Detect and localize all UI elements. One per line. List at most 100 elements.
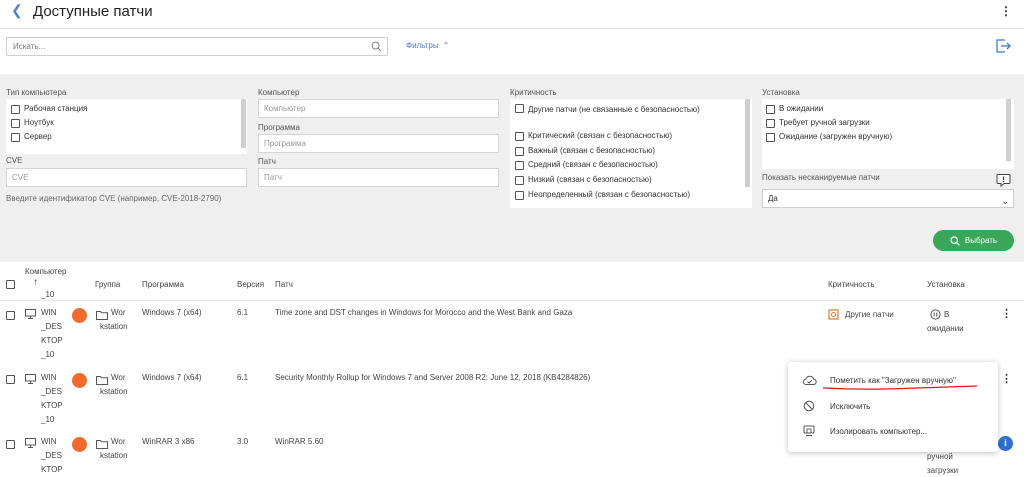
column-criticality[interactable]: Критичность [828, 280, 875, 289]
monitor-icon [25, 374, 36, 384]
checkbox[interactable] [766, 119, 775, 128]
sort-arrow-up-icon[interactable]: ↑ [33, 277, 38, 288]
computer-type-option[interactable]: Рабочая станция [11, 104, 87, 114]
comment-icon[interactable] [996, 173, 1011, 187]
row-divider [0, 300, 1024, 301]
patch-label: Патч [258, 157, 276, 166]
column-group[interactable]: Группа [95, 280, 120, 289]
menu-item-isolate[interactable]: Изолировать компьютер... [802, 425, 927, 437]
column-computer[interactable]: Компьютер [25, 267, 66, 276]
scrollbar[interactable] [745, 99, 750, 187]
device-badge-icon [72, 373, 87, 388]
menu-item-exclude[interactable]: Исключить [802, 400, 870, 412]
row-checkbox[interactable] [6, 311, 15, 320]
scrollbar[interactable] [241, 99, 246, 148]
back-arrow-icon[interactable]: ❮ [11, 2, 23, 19]
cloud-check-icon [802, 375, 817, 385]
page-title: Доступные патчи [33, 3, 153, 20]
cell-install: ручной загрузки [927, 452, 959, 475]
monitor-icon [25, 438, 36, 448]
computer-input[interactable]: Компьютер [258, 99, 499, 118]
search-box[interactable] [6, 37, 388, 56]
cell-criticality: Другие патчи [845, 310, 894, 319]
choose-button-label: Выбрать [964, 236, 998, 245]
patch-input[interactable]: Патч [258, 168, 499, 187]
computer-type-option[interactable]: Сервер [11, 132, 52, 142]
criticality-option[interactable]: Важный (связан с безопасностью) [515, 146, 655, 156]
checkbox[interactable] [515, 191, 524, 200]
filters-toggle[interactable]: Фильтры ⌃ [406, 41, 449, 50]
criticality-option[interactable]: Критический (связан с безопасностью) [515, 131, 672, 141]
export-icon[interactable] [994, 38, 1012, 54]
cell-computer[interactable]: WIN _DES KTOP _10 [41, 371, 63, 427]
cell-computer[interactable]: WIN _DES KTOP [41, 435, 63, 477]
checkbox[interactable] [515, 147, 524, 156]
info-icon[interactable]: i [998, 436, 1013, 451]
checkbox[interactable] [515, 104, 524, 113]
search-icon[interactable] [371, 41, 382, 52]
cell-group[interactable]: Wor kstation [100, 435, 128, 463]
criticality-list: Другие патчи (не связанные с безопасност… [510, 99, 752, 208]
cell-group[interactable]: Wor kstation [100, 371, 128, 399]
select-all-checkbox[interactable] [6, 280, 15, 289]
row-checkbox[interactable] [6, 440, 15, 449]
checkbox[interactable] [766, 133, 775, 142]
row-menu-icon[interactable]: ⋮ [1001, 307, 1012, 320]
filter-panel: Тип компьютера Рабочая станция Ноутбук С… [0, 74, 1024, 262]
show-unscanned-select[interactable]: Да ⌄ [762, 189, 1014, 208]
cell-patch: WinRAR 5.60 [275, 437, 324, 446]
cell-program: WinRAR 3 x86 [142, 437, 195, 446]
checkbox[interactable] [11, 105, 20, 114]
install-option[interactable]: Требует ручной загрузки [766, 118, 870, 128]
checkbox[interactable] [11, 119, 20, 128]
select-value: Да [768, 194, 778, 203]
column-patch[interactable]: Патч [275, 280, 293, 289]
cell-version: 6.1 [237, 308, 249, 317]
device-badge-icon [72, 437, 87, 452]
row-context-menu: Пометить как "Загружен вручную" Исключит… [788, 362, 998, 452]
computer-type-list: Рабочая станция Ноутбук Сервер [6, 99, 247, 154]
choose-button[interactable]: Выбрать [933, 230, 1014, 251]
folder-icon [96, 311, 108, 320]
criticality-option[interactable]: Другие патчи (не связанные с безопасност… [515, 103, 725, 116]
monitor-icon [25, 309, 36, 319]
program-input[interactable]: Программа [258, 134, 499, 153]
column-program[interactable]: Программа [142, 280, 184, 289]
install-label: Установка [762, 88, 800, 97]
checkbox[interactable] [515, 161, 524, 170]
checkbox[interactable] [515, 132, 524, 141]
cell-version: 3.0 [237, 437, 249, 446]
column-install[interactable]: Установка [927, 280, 965, 289]
criticality-option[interactable]: Низкий (связан с безопасностью) [515, 175, 652, 185]
cell-group[interactable]: Wor kstation [100, 306, 128, 334]
computer-type-option[interactable]: Ноутбук [11, 118, 54, 128]
cve-help-text: Введите идентификатор CVE (например, CVE… [6, 194, 222, 203]
search-input[interactable] [7, 38, 357, 55]
cell-install: В ожидании [927, 310, 964, 333]
checkbox[interactable] [11, 133, 20, 142]
page-header: ❮ Доступные патчи ⋮ [0, 0, 1024, 28]
program-label: Программа [258, 123, 300, 132]
block-icon [803, 400, 815, 412]
criticality-option[interactable]: Неопределенный (связан с безопасностью) [515, 190, 690, 200]
more-options-icon[interactable]: ⋮ [1000, 4, 1012, 18]
row-checkbox[interactable] [6, 375, 15, 384]
search-icon [950, 235, 960, 246]
checkbox[interactable] [766, 105, 775, 114]
scrollbar[interactable] [1006, 99, 1011, 161]
filters-label: Фильтры [406, 41, 439, 50]
criticality-option[interactable]: Средний (связан с безопасностью) [515, 160, 658, 170]
cve-input[interactable]: CVE [6, 168, 247, 187]
divider [0, 28, 1024, 29]
column-version[interactable]: Версия [237, 280, 264, 289]
checkbox[interactable] [515, 176, 524, 185]
cell-computer[interactable]: WIN _DES KTOP _10 [41, 306, 63, 362]
computer-type-label: Тип компьютера [6, 88, 67, 97]
cell-program: Windows 7 (x64) [142, 373, 202, 382]
install-option[interactable]: В ожидании [766, 104, 823, 114]
install-option[interactable]: Ожидание (загружен вручную) [766, 132, 892, 142]
cell-patch: Time zone and DST changes in Windows for… [275, 308, 573, 317]
computer-label: Компьютер [258, 88, 300, 97]
show-unscanned-label: Показать несканируемые патчи [762, 173, 880, 182]
row-menu-icon[interactable]: ⋮ [1001, 372, 1012, 385]
